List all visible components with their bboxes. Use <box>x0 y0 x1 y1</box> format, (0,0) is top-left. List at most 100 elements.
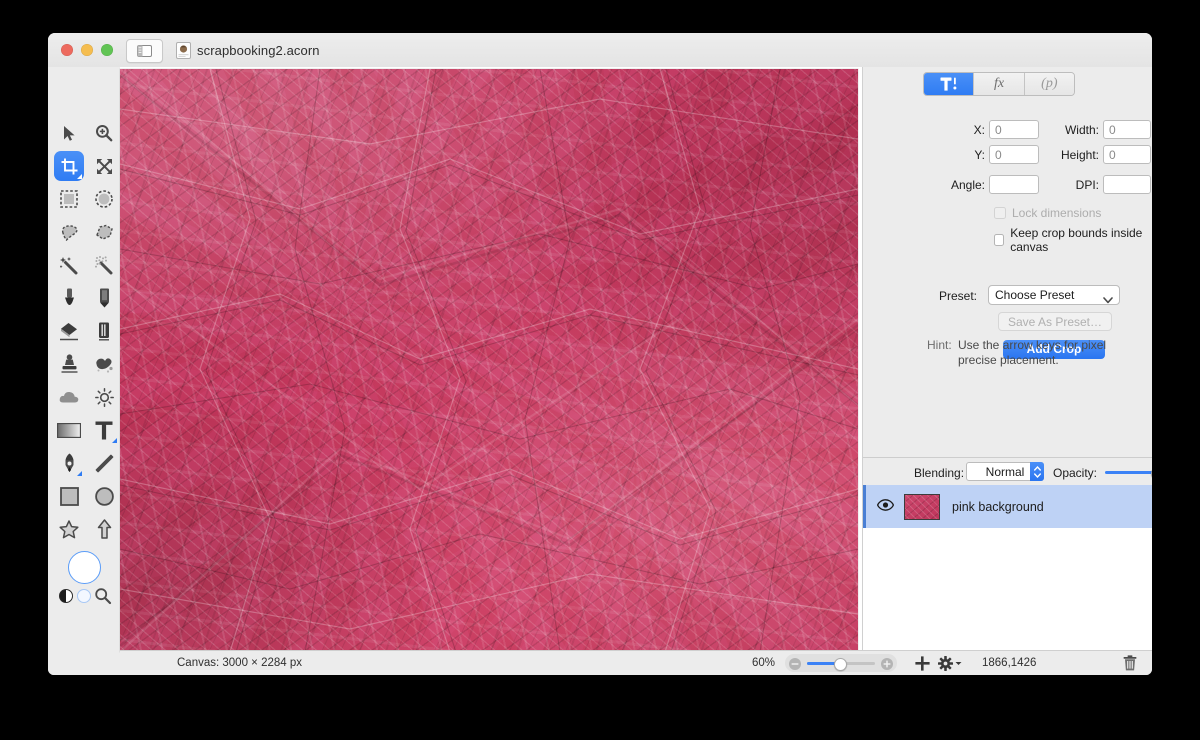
keep-crop-bounds-checkbox[interactable] <box>994 234 1005 246</box>
ellipse-shape-tool[interactable] <box>89 481 119 511</box>
x-input[interactable]: 0 <box>989 120 1039 139</box>
x-label: X: <box>973 123 985 137</box>
y-input[interactable]: 0 <box>989 145 1039 164</box>
eraser-tool[interactable] <box>54 316 84 346</box>
text-t-icon <box>95 421 113 439</box>
pencil-tool[interactable] <box>89 283 119 313</box>
close-button[interactable] <box>61 44 73 56</box>
marquee-rect-icon <box>60 190 78 208</box>
transform-tool[interactable] <box>89 151 119 181</box>
move-tool[interactable] <box>54 118 84 148</box>
clone-stamp-tool[interactable] <box>54 349 84 379</box>
zoom-slider-knob[interactable] <box>834 657 847 671</box>
foreground-color-well[interactable] <box>68 551 101 584</box>
clear-color-swatch[interactable] <box>77 589 91 603</box>
layer-name[interactable]: pink background <box>952 500 1044 514</box>
document-title: scrapbooking2.acorn <box>197 42 320 58</box>
line-tool[interactable] <box>89 448 119 478</box>
circle-icon <box>94 486 114 506</box>
arrow-cursor-icon <box>63 125 75 141</box>
tool-variant-indicator <box>77 471 82 476</box>
text-tool[interactable] <box>89 415 119 445</box>
elliptical-select-tool[interactable] <box>89 184 119 214</box>
image-canvas[interactable] <box>120 69 858 652</box>
zoom-button[interactable] <box>101 44 113 56</box>
tab-tool-options[interactable] <box>924 73 975 95</box>
zoom-in-icon[interactable] <box>881 658 893 670</box>
dpi-label: DPI: <box>1075 178 1099 192</box>
star-shape-tool[interactable] <box>54 514 84 544</box>
app-window: scrapbooking2.acorn fx (p) X: 0 Width: 0… <box>48 33 1152 675</box>
canvas-size-label: Canvas: 3000 × 2284 px <box>177 657 302 669</box>
polygon-lasso-icon <box>95 224 113 240</box>
line-icon <box>95 454 113 472</box>
lock-dimensions-label: Lock dimensions <box>1012 206 1102 220</box>
width-input[interactable]: 0 <box>1103 120 1151 139</box>
dodge-burn-tool[interactable] <box>89 382 119 412</box>
sidebar-toggle-icon <box>137 45 152 57</box>
layer-thumbnail[interactable] <box>904 493 940 520</box>
bezier-pen-tool[interactable] <box>54 448 84 478</box>
blending-mode-stepper[interactable] <box>1030 462 1044 481</box>
opacity-slider-knob[interactable] <box>1151 466 1152 480</box>
smudge-tool[interactable] <box>89 349 119 379</box>
tool-variant-indicator <box>77 174 82 179</box>
tool-variant-indicator <box>112 438 117 443</box>
dpi-input[interactable] <box>1103 175 1151 194</box>
magnifier-plus-icon <box>96 125 113 142</box>
paint-bucket-icon <box>64 288 74 305</box>
rectangle-shape-tool[interactable] <box>54 481 84 511</box>
add-layer-button[interactable] <box>915 656 930 674</box>
color-picker-magnifier-icon[interactable] <box>94 587 112 605</box>
eye-icon[interactable] <box>876 498 895 516</box>
black-white-swatch[interactable] <box>59 589 73 603</box>
gradient-eraser-tool[interactable] <box>89 316 119 346</box>
paint-bucket-tool[interactable] <box>54 283 84 313</box>
minimize-button[interactable] <box>81 44 93 56</box>
zoom-slider[interactable] <box>785 654 897 672</box>
gradient-tool[interactable] <box>54 415 84 445</box>
height-input[interactable]: 0 <box>1103 145 1151 164</box>
magic-wand-tool[interactable] <box>54 250 84 280</box>
opacity-label: Opacity: <box>1053 466 1098 480</box>
stamp-icon <box>61 354 77 373</box>
arrow-shape-tool[interactable] <box>89 514 119 544</box>
plus-icon <box>915 656 930 671</box>
eraser-icon <box>60 322 78 340</box>
lock-dimensions-checkbox[interactable] <box>994 207 1006 219</box>
pen-nib-icon <box>65 453 73 472</box>
crop-tool[interactable] <box>54 151 84 181</box>
layer-settings-button[interactable] <box>938 656 962 671</box>
zoom-out-icon[interactable] <box>789 658 801 670</box>
sidebar-toggle-button[interactable] <box>126 39 163 63</box>
save-as-preset-button[interactable]: Save As Preset… <box>998 312 1112 331</box>
lasso-select-tool[interactable] <box>54 217 84 247</box>
instant-alpha-tool[interactable] <box>89 250 119 280</box>
preset-label: Preset: <box>939 289 978 303</box>
document-title-group: scrapbooking2.acorn <box>176 33 320 67</box>
preset-select[interactable]: Choose Preset <box>988 285 1120 305</box>
blur-tool[interactable] <box>54 382 84 412</box>
block-eraser-icon <box>99 322 109 340</box>
hint-text: Use the arrow keys for pixel precise pla… <box>958 338 1107 367</box>
blending-bar: Blending: Normal Opacity: 100% <box>863 457 1152 486</box>
opacity-slider[interactable] <box>1105 471 1152 474</box>
smudge-icon <box>96 357 113 373</box>
layer-row[interactable]: pink background <box>863 485 1152 528</box>
tab-palette[interactable]: (p) <box>1024 73 1074 95</box>
polygon-select-tool[interactable] <box>89 217 119 247</box>
angle-input[interactable] <box>989 175 1039 194</box>
zoom-tool[interactable] <box>89 118 119 148</box>
zoom-percentage-label: 60% <box>752 657 776 669</box>
keep-crop-bounds-row[interactable]: Keep crop bounds inside canvas <box>994 226 1152 254</box>
cursor-coordinates: 1866,1426 <box>982 657 1037 669</box>
lock-dimensions-row[interactable]: Lock dimensions <box>994 206 1101 220</box>
paper-creases <box>120 69 858 652</box>
inspector-tab-bar: fx (p) <box>923 72 1075 96</box>
height-label: Height: <box>1060 148 1099 162</box>
rectangular-select-tool[interactable] <box>54 184 84 214</box>
delete-layer-button[interactable] <box>1123 655 1137 674</box>
chevron-down-icon <box>955 662 962 665</box>
tab-filters[interactable]: fx <box>974 73 1025 95</box>
canvas-area[interactable] <box>120 67 910 675</box>
